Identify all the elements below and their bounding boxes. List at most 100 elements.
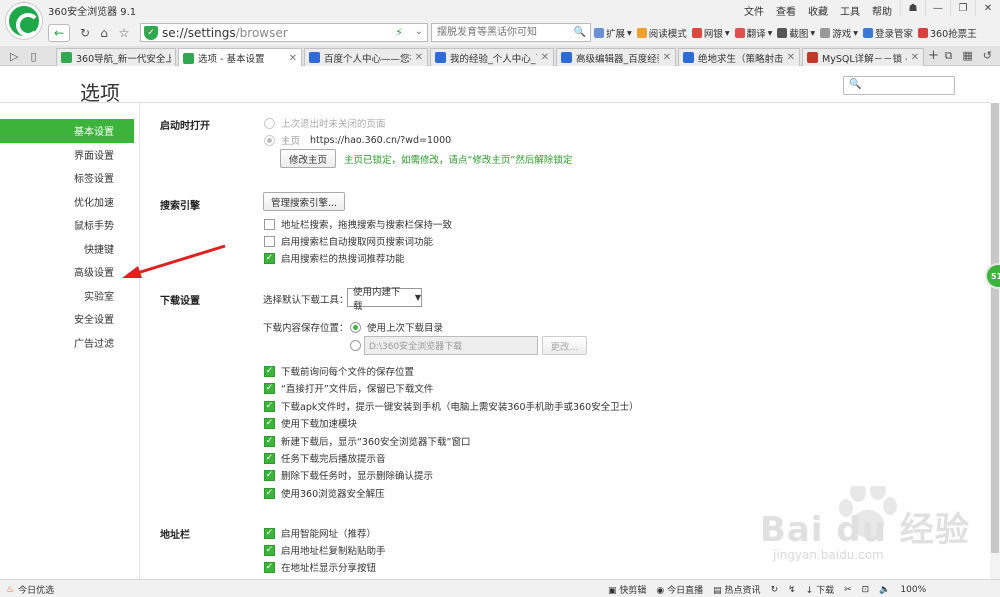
sidebar-item-lab[interactable]: 实验室 <box>0 284 134 308</box>
close-tab-icon[interactable]: ✕ <box>289 53 297 64</box>
checkbox[interactable]: ✓ <box>264 400 275 412</box>
volume-icon[interactable]: 🔈 <box>879 585 890 595</box>
sidebar-toggle-icon[interactable]: ▷ <box>10 50 18 63</box>
translate-button[interactable]: 翻译 ▾ <box>734 26 772 40</box>
window-list-icon[interactable]: ⧉ <box>945 49 953 63</box>
addressbar-option[interactable]: ✓ 在地址栏显示分享按钮 <box>264 560 376 574</box>
download-button[interactable]: ↓ 下载 <box>806 583 834 596</box>
addressbar-option[interactable]: ✓ 启用智能网址（推荐） <box>264 526 376 540</box>
menu-favorites[interactable]: 收藏 <box>808 3 828 18</box>
sidebar-item-adblock[interactable]: 广告过滤 <box>0 331 134 355</box>
new-tab-icon[interactable]: + <box>928 48 939 63</box>
ext-button[interactable]: 扩展 ▾ <box>594 26 632 40</box>
sidebar-item-ui[interactable]: 界面设置 <box>0 143 134 167</box>
checkbox[interactable]: ✓ <box>264 487 275 499</box>
download-path-option-custom[interactable] <box>350 340 361 351</box>
zoom-level[interactable]: 100% <box>900 585 926 595</box>
startup-option-home[interactable]: 主页 https://hao.360.cn/?wd=1000 <box>264 133 451 147</box>
refresh-icon[interactable]: ↻ <box>76 24 94 42</box>
addressbar-option[interactable]: ✓ 启用地址栏复制粘贴助手 <box>264 543 386 557</box>
download-option[interactable]: ✓ 下载前询问每个文件的保存位置 <box>264 364 414 378</box>
menu-tools[interactable]: 工具 <box>840 3 860 18</box>
search-icon[interactable]: 🔍 <box>574 27 586 38</box>
download-option[interactable]: ✓ 任务下载完后播放提示音 <box>264 451 386 465</box>
checkbox[interactable]: ✓ <box>264 469 275 481</box>
menu-help[interactable]: 帮助 <box>872 3 892 18</box>
login-manager-button[interactable]: 登录管家 <box>863 26 913 40</box>
search-input[interactable] <box>437 24 577 41</box>
close-tab-icon[interactable]: ✕ <box>415 52 423 63</box>
checkbox[interactable]: ✓ <box>264 417 275 429</box>
sidebar-item-advanced[interactable]: 高级设置 <box>0 260 134 284</box>
scrollbar-thumb[interactable] <box>991 103 999 553</box>
skin-icon[interactable]: ☗ <box>900 0 925 16</box>
download-option[interactable]: ✓ 使用下载加速模块 <box>264 416 357 430</box>
today-picks[interactable]: ♨ 今日优选 <box>6 583 54 597</box>
sidebar-item-security[interactable]: 安全设置 <box>0 307 134 331</box>
home-icon[interactable]: ⌂ <box>95 24 113 42</box>
sidebar-item-gestures[interactable]: 鼠标手势 <box>0 213 134 237</box>
search-option[interactable]: 地址栏搜索，拖拽搜索与搜索栏保持一致 <box>264 217 452 231</box>
close-tab-icon[interactable]: ✕ <box>541 52 549 63</box>
compat-icon[interactable]: ⊡ <box>862 585 870 595</box>
checkbox[interactable]: ✓ <box>264 561 275 573</box>
close-tab-icon[interactable]: ✕ <box>787 52 795 63</box>
sidebar-item-basic[interactable]: 基本设置 <box>0 119 134 143</box>
download-option[interactable]: ✓ “直接打开”文件后，保留已下载文件 <box>264 381 433 395</box>
radio-button[interactable] <box>264 134 275 146</box>
tab-360-nav[interactable]: 360导航_新一代安全上网导航 <box>56 48 176 66</box>
hot-news-button[interactable]: ▤ 热点资讯 <box>713 583 760 596</box>
floating-ball[interactable]: 51 <box>985 263 1000 289</box>
screenshot-button[interactable]: 截图 ▾ <box>777 26 815 40</box>
tab-list-icon[interactable]: ▯ <box>30 50 36 63</box>
checkbox[interactable]: ✓ <box>264 252 275 264</box>
checkbox[interactable] <box>264 235 275 247</box>
game-button[interactable]: 游戏 ▾ <box>820 26 858 40</box>
radio-button[interactable] <box>350 321 361 333</box>
menu-file[interactable]: 文件 <box>744 3 764 18</box>
close-tab-icon[interactable]: ✕ <box>663 52 671 63</box>
netbank-button[interactable]: 网银 ▾ <box>691 26 730 40</box>
accelerate-icon[interactable]: ↻ <box>771 585 779 595</box>
checkbox[interactable]: ✓ <box>264 527 275 539</box>
menu-view[interactable]: 查看 <box>776 3 796 18</box>
close-tab-icon[interactable]: ✕ <box>911 52 919 63</box>
download-path-option-last[interactable]: 使用上次下载目录 <box>350 320 443 334</box>
grid-icon[interactable]: ▦ <box>962 49 972 63</box>
today-live-button[interactable]: ◉ 今日直播 <box>656 583 703 596</box>
download-option[interactable]: ✓ 新建下载后，显示“360安全浏览器下载”窗口 <box>264 434 470 448</box>
change-path-button[interactable]: 更改... <box>542 336 587 355</box>
tab-advanced-editor[interactable]: 高级编辑器_百度经验 ✕ <box>556 48 676 66</box>
download-option[interactable]: ✓ 删除下载任务时，显示删除确认提示 <box>264 468 433 482</box>
tab-baidu-center[interactable]: 百度个人中心——您在百度✕ <box>304 48 428 66</box>
checkbox[interactable]: ✓ <box>264 452 275 464</box>
startup-option-last-session[interactable]: 上次退出时未关闭的页面 <box>264 116 386 130</box>
download-path-field[interactable]: D:\360安全浏览器下载 <box>364 336 538 355</box>
download-option[interactable]: ✓ 使用360浏览器安全解压 <box>264 486 385 500</box>
quick-clip-button[interactable]: ▣ 快剪辑 <box>608 583 646 596</box>
ticket-button[interactable]: 360抢票王 <box>918 26 977 40</box>
close-icon[interactable]: ✕ <box>975 0 1000 16</box>
search-option[interactable]: ✓ 启用搜索栏的热搜词推荐功能 <box>264 251 405 265</box>
star-icon[interactable]: ☆ <box>115 24 133 42</box>
checkbox[interactable]: ✓ <box>264 365 275 377</box>
back-arrow-icon[interactable]: ← <box>48 24 70 42</box>
chevron-down-icon[interactable]: ⌄ <box>415 26 423 37</box>
download-option[interactable]: ✓ 下载apk文件时，提示一键安装到手机（电脑上需安装360手机助手或360安全卫… <box>264 399 639 413</box>
address-bar[interactable]: ✓ se://settings/browser ⚡ ⌄ <box>140 23 428 42</box>
checkbox[interactable] <box>264 218 275 230</box>
browser-logo-icon[interactable] <box>6 3 42 39</box>
read-mode-button[interactable]: 阅读模式 <box>636 26 687 40</box>
sidebar-item-optimize[interactable]: 优化加速 <box>0 190 134 214</box>
download-tool-select[interactable]: 使用内建下载 ▼ <box>347 287 422 312</box>
tab-settings[interactable]: 选项 - 基本设置 ✕ <box>178 48 302 67</box>
settings-search-input[interactable]: 🔍 <box>843 76 955 95</box>
speed-icon[interactable]: ↯ <box>788 585 796 595</box>
trash-icon[interactable]: ✂ <box>844 585 852 595</box>
modify-home-button[interactable]: 修改主页 <box>280 149 336 168</box>
radio-button[interactable] <box>264 117 275 129</box>
sidebar-item-shortcuts[interactable]: 快捷键 <box>0 237 134 261</box>
checkbox[interactable]: ✓ <box>264 435 275 447</box>
checkbox[interactable]: ✓ <box>264 544 275 556</box>
tab-pubg[interactable]: 绝地求生（策略射击生存游戏）✕ <box>678 48 800 66</box>
